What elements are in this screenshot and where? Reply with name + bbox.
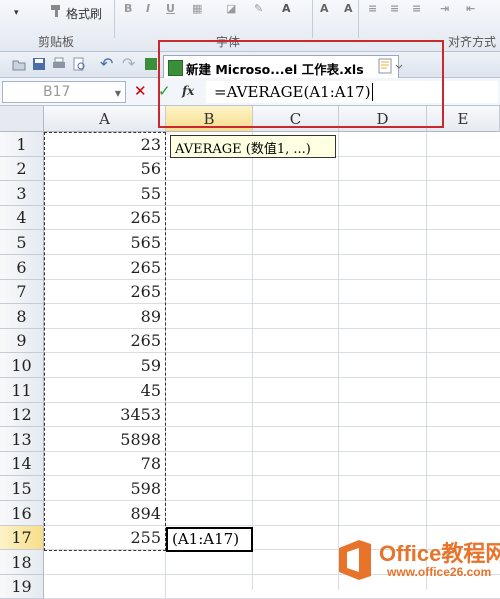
row-header[interactable]: 18 xyxy=(0,550,44,575)
cell-a19[interactable] xyxy=(44,575,166,599)
print-icon[interactable] xyxy=(52,57,66,71)
gridline xyxy=(166,352,500,353)
redo-icon[interactable]: ↷ xyxy=(122,54,135,73)
italic-button[interactable]: I xyxy=(146,2,150,15)
gridline xyxy=(252,132,253,590)
print-preview-icon[interactable] xyxy=(72,57,86,71)
divider xyxy=(114,0,115,38)
gridline xyxy=(166,451,500,452)
bold-button[interactable]: B xyxy=(124,2,132,15)
gridline xyxy=(166,426,500,427)
row-header[interactable]: 1 xyxy=(0,132,44,157)
function-tooltip: AVERAGE (数值1, ...) xyxy=(170,135,336,158)
gridline xyxy=(166,254,500,255)
row-header[interactable]: 7 xyxy=(0,280,44,304)
save-icon[interactable] xyxy=(32,57,46,71)
name-box-value: B17 xyxy=(43,84,71,100)
range-selection-marquee xyxy=(44,132,166,551)
row-header[interactable]: 15 xyxy=(0,476,44,501)
align-right-icon[interactable]: ≡ xyxy=(412,2,421,15)
row-header[interactable]: 14 xyxy=(0,452,44,476)
outdent-icon[interactable]: ⇤ xyxy=(466,2,475,15)
grow-font-icon[interactable]: A xyxy=(320,2,329,15)
column-header-a[interactable]: A xyxy=(44,106,166,132)
gridline xyxy=(166,229,500,230)
row-header[interactable]: 17 xyxy=(0,526,44,550)
highlight-icon[interactable]: ✎ xyxy=(254,2,263,15)
gridline xyxy=(166,279,500,280)
gridline xyxy=(166,328,500,329)
open-icon[interactable] xyxy=(12,57,26,71)
row-header[interactable]: 3 xyxy=(0,181,44,206)
select-all-corner[interactable] xyxy=(0,106,44,132)
name-box[interactable]: B17 ▼ xyxy=(2,81,126,103)
underline-button[interactable]: U xyxy=(166,2,175,15)
border-icon[interactable]: ▦ xyxy=(192,2,202,15)
cancel-icon[interactable]: ✕ xyxy=(134,82,147,100)
divider xyxy=(358,0,359,38)
align-left-icon[interactable]: ≡ xyxy=(368,2,377,15)
row-header[interactable]: 9 xyxy=(0,329,44,353)
row-header[interactable]: 16 xyxy=(0,501,44,526)
cell-a18[interactable] xyxy=(44,550,166,575)
gridline xyxy=(166,500,500,501)
gridline xyxy=(166,180,500,181)
gridline xyxy=(166,303,500,304)
active-cell-b17[interactable]: (A1:A17) xyxy=(166,527,253,552)
align-center-icon[interactable]: ≡ xyxy=(390,2,399,15)
watermark: Office教程网 www.office26.com xyxy=(333,532,500,590)
format-painter-label[interactable]: 格式刷 xyxy=(66,5,102,22)
shrink-font-icon[interactable]: A xyxy=(344,2,353,15)
row-header[interactable]: 5 xyxy=(0,230,44,255)
row-header[interactable]: 6 xyxy=(0,255,44,280)
annotation-highlight-box xyxy=(158,40,444,128)
divider xyxy=(312,0,313,38)
group-alignment: 对齐方式 xyxy=(448,35,497,49)
fill-color-icon[interactable]: ◪ xyxy=(226,2,236,15)
watermark-url: www.office26.com xyxy=(387,565,492,579)
row-header[interactable]: 19 xyxy=(0,575,44,599)
office-logo-icon xyxy=(339,540,371,580)
gridline xyxy=(166,402,500,403)
gridline xyxy=(166,525,500,526)
row-header[interactable]: 13 xyxy=(0,427,44,452)
group-clipboard: 剪贴板 xyxy=(38,35,75,49)
gridline xyxy=(338,132,339,590)
row-header[interactable]: 4 xyxy=(0,206,44,230)
indent-icon[interactable]: ⇥ xyxy=(440,2,449,15)
row-header[interactable]: 12 xyxy=(0,403,44,427)
row-header[interactable]: 2 xyxy=(0,157,44,181)
spreadsheet-grid: A B C D E 1 23 2 56 3 55 4 265 5 565 6 265 7 265 8 89 9 2… xyxy=(0,106,500,599)
gridline xyxy=(166,475,500,476)
undo-icon[interactable]: ↶ xyxy=(100,54,113,73)
format-painter-icon xyxy=(51,5,60,17)
paste-dropdown-icon[interactable]: ▾ xyxy=(14,8,19,18)
row-header[interactable]: 10 xyxy=(0,353,44,378)
gridline xyxy=(166,377,500,378)
gridline xyxy=(426,132,427,590)
watermark-brand: Office教程网 xyxy=(379,541,500,566)
sheet-icon xyxy=(145,58,157,70)
gridline xyxy=(166,205,500,206)
chevron-down-icon[interactable]: ▼ xyxy=(115,89,121,98)
row-header[interactable]: 8 xyxy=(0,304,44,329)
row-header[interactable]: 11 xyxy=(0,378,44,403)
font-color-icon[interactable]: A xyxy=(282,2,291,15)
